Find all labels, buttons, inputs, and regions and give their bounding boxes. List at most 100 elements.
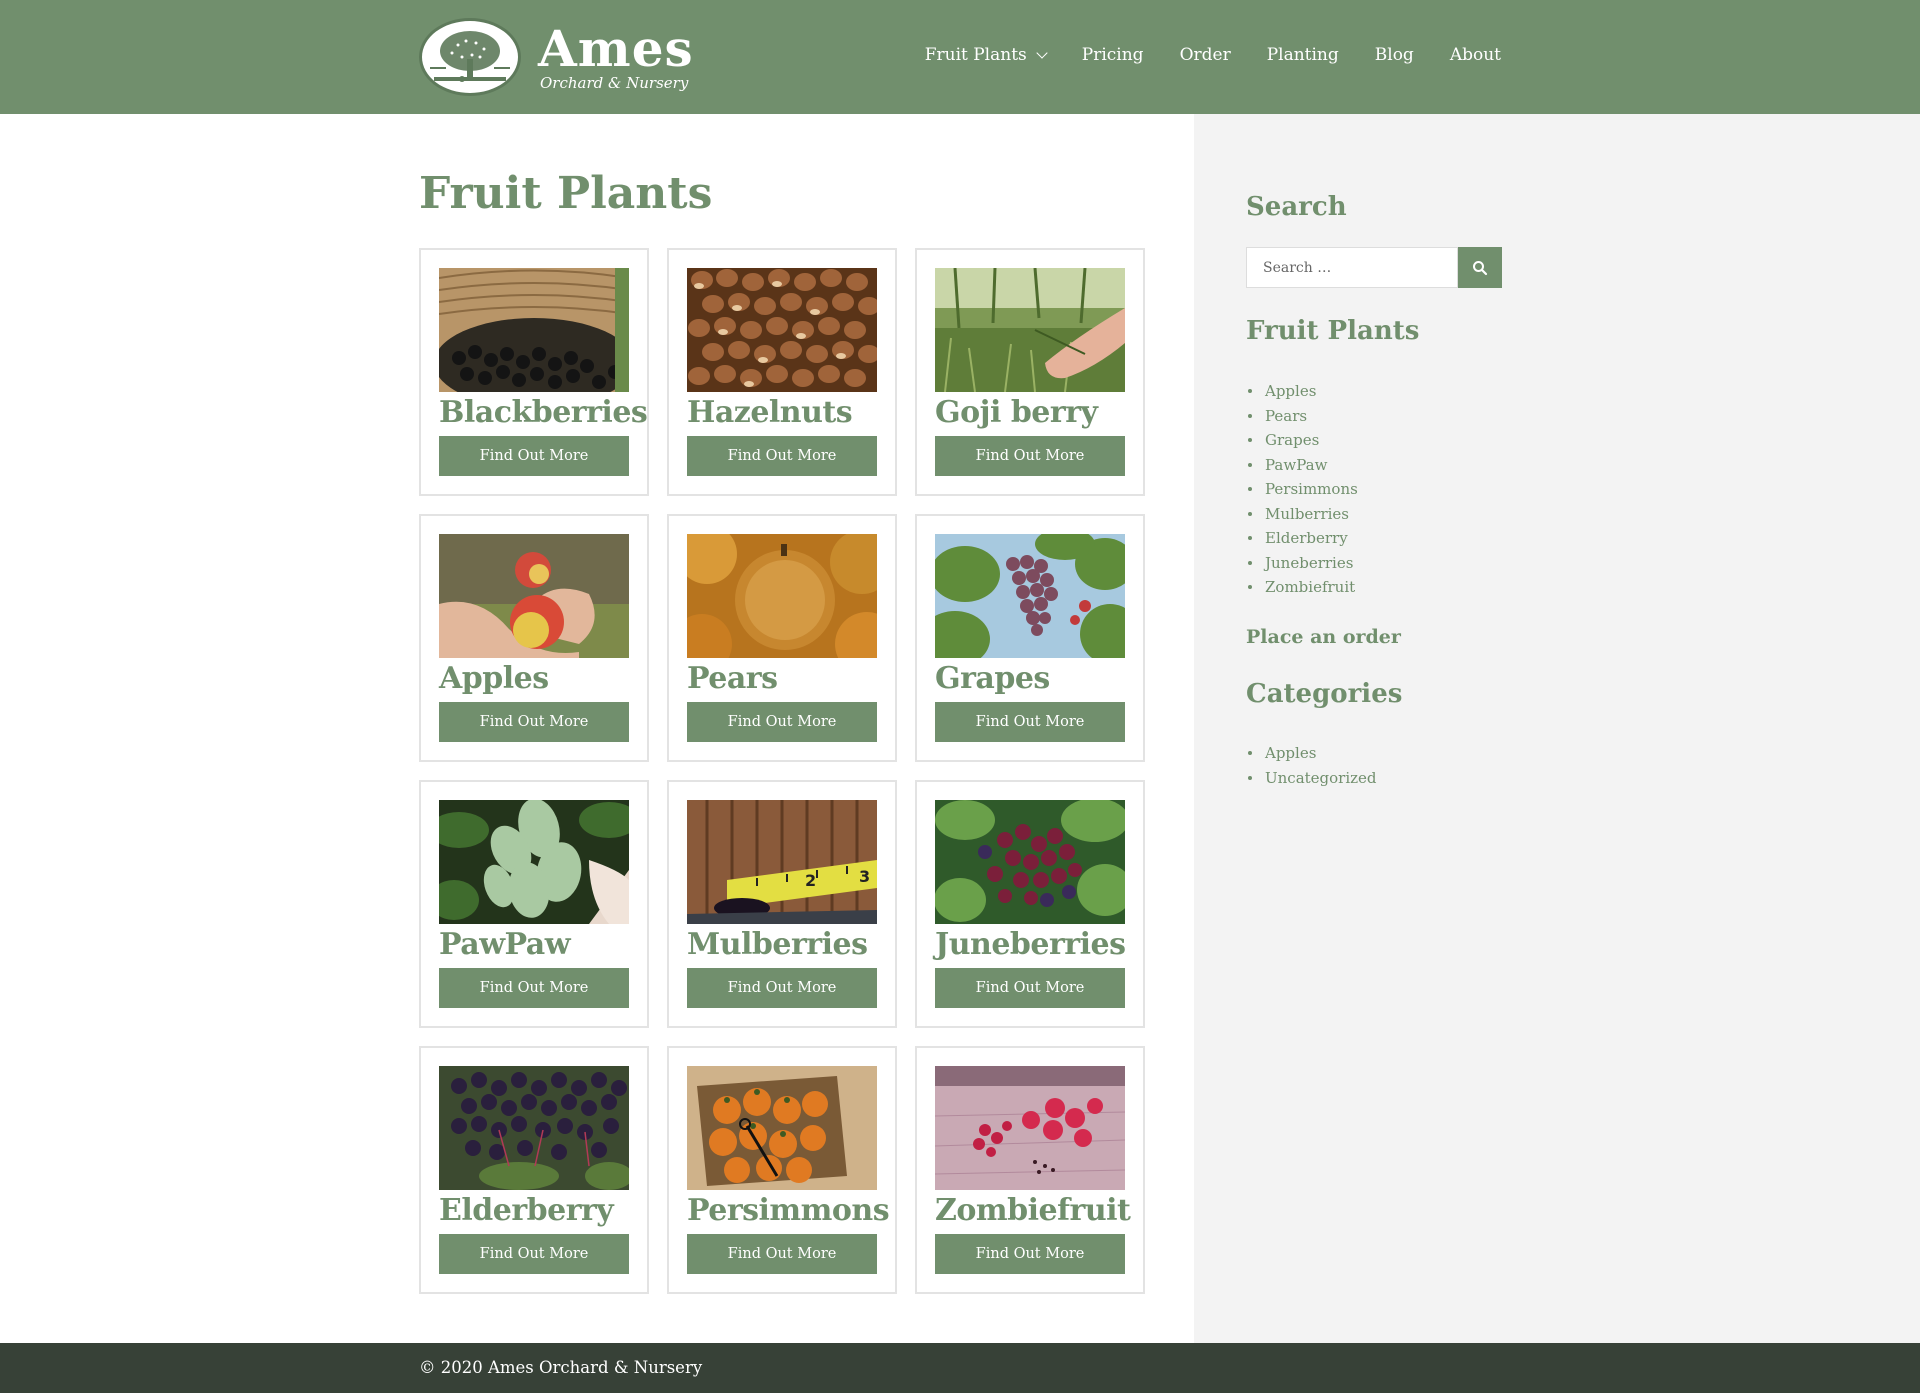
find-out-more-button[interactable]: Find Out More: [935, 702, 1125, 742]
fruit-plants-list-item[interactable]: PawPaw: [1246, 453, 1358, 478]
fruit-plants-link[interactable]: Zombiefruit: [1265, 578, 1355, 596]
categories-list-item[interactable]: Uncategorized: [1246, 766, 1377, 791]
site-logo-link[interactable]: Ames Orchard & Nursery: [419, 17, 694, 97]
fruit-plants-grid: Blackberries Find Out More Hazelnuts Fin…: [419, 248, 1145, 1294]
asian-pears-photo[interactable]: [687, 534, 877, 658]
bullet-icon: [1248, 775, 1252, 780]
nav-fruit-plants[interactable]: Fruit Plants: [924, 45, 1048, 65]
apples-in-hand-photo[interactable]: [439, 534, 629, 658]
find-out-more-button[interactable]: Find Out More: [935, 436, 1125, 476]
fruit-plants-link[interactable]: Mulberries: [1265, 505, 1349, 523]
fruit-card-title: Elderberry: [439, 1193, 614, 1228]
find-out-more-button[interactable]: Find Out More: [935, 1234, 1125, 1274]
categories-widget-title: Categories: [1246, 679, 1403, 709]
fruit-card-title: Mulberries: [687, 927, 868, 962]
fruit-card-apples: Apples Find Out More: [419, 514, 649, 762]
bullet-icon: [1248, 511, 1252, 516]
zombiefruit-berries-photo[interactable]: [935, 1066, 1125, 1190]
site-header: Ames Orchard & Nursery Fruit Plants Pric…: [0, 0, 1920, 114]
category-link[interactable]: Uncategorized: [1265, 769, 1377, 787]
fruit-plants-link[interactable]: Juneberries: [1265, 554, 1353, 572]
fruit-plants-link[interactable]: Elderberry: [1265, 529, 1348, 547]
page: Ames Orchard & Nursery Fruit Plants Pric…: [0, 0, 1920, 1393]
bullet-icon: [1248, 751, 1252, 755]
fruit-plants-link[interactable]: Grapes: [1265, 431, 1319, 449]
fruit-card-title: Persimmons: [687, 1193, 890, 1228]
orchard-tree-icon: [419, 18, 521, 96]
fruit-card-title: Zombiefruit: [935, 1193, 1131, 1228]
fruit-card-blackberries: Blackberries Find Out More: [419, 248, 649, 496]
fruit-plants-link[interactable]: Apples: [1265, 382, 1316, 400]
bullet-icon: [1248, 462, 1252, 467]
logo-title: Ames: [538, 19, 694, 78]
bullet-icon: [1248, 438, 1252, 442]
fruit-plants-list-item[interactable]: Grapes: [1246, 428, 1358, 453]
fruit-card-title: Blackberries: [439, 395, 648, 430]
fruit-plants-list-item[interactable]: Juneberries: [1246, 551, 1358, 576]
fruit-card-title: Goji berry: [935, 395, 1098, 430]
juneberries-branch-photo[interactable]: [935, 800, 1125, 924]
bullet-icon: [1248, 413, 1252, 418]
nav-about[interactable]: About: [1450, 45, 1501, 65]
fruit-plants-list: Apples Pears Grapes PawPaw Persimmons Mu…: [1246, 379, 1358, 600]
fruit-plants-list-item[interactable]: Pears: [1246, 404, 1358, 429]
fruit-plants-link[interactable]: Persimmons: [1265, 480, 1358, 498]
fruit-plants-widget-title: Fruit Plants: [1246, 316, 1420, 346]
svg-text:2: 2: [805, 871, 816, 890]
find-out-more-button[interactable]: Find Out More: [687, 1234, 877, 1274]
elderberry-clusters-photo[interactable]: [439, 1066, 629, 1190]
mulberry-tape-measure-photo[interactable]: 2 3: [687, 800, 877, 924]
fruit-plants-list-item[interactable]: Persimmons: [1246, 477, 1358, 502]
nav-pricing[interactable]: Pricing: [1082, 45, 1144, 65]
categories-list-item[interactable]: Apples: [1246, 741, 1377, 766]
bullet-icon: [1248, 487, 1252, 491]
main-nav: Fruit Plants Pricing Order Planting Blog…: [925, 45, 1501, 65]
find-out-more-button[interactable]: Find Out More: [687, 702, 877, 742]
find-out-more-button[interactable]: Find Out More: [439, 702, 629, 742]
find-out-more-button[interactable]: Find Out More: [687, 968, 877, 1008]
nav-fruit-plants-label: Fruit Plants: [924, 45, 1027, 65]
fruit-plants-link[interactable]: Pears: [1265, 407, 1307, 425]
fruit-card-grapes: Grapes Find Out More: [915, 514, 1145, 762]
sidebar: [1194, 114, 1920, 1343]
fruit-card-mulberries: 2 3 Mulberries Find Out More: [667, 780, 897, 1028]
find-out-more-button[interactable]: Find Out More: [439, 436, 629, 476]
fruit-plants-list-item[interactable]: Zombiefruit: [1246, 575, 1358, 600]
fruit-card-persimmons: Persimmons Find Out More: [667, 1046, 897, 1294]
search-input[interactable]: [1246, 247, 1458, 288]
chevron-down-icon: [1036, 46, 1048, 59]
fruit-card-title: PawPaw: [439, 927, 571, 962]
fruit-plants-list-item[interactable]: Apples: [1246, 379, 1358, 404]
categories-list: Apples Uncategorized: [1246, 741, 1377, 790]
bullet-icon: [1248, 536, 1252, 540]
blackberries-basket-photo[interactable]: [439, 268, 629, 392]
fruit-card-title: Hazelnuts: [687, 395, 853, 430]
bullet-icon: [1248, 389, 1252, 393]
footer-copyright: © 2020 Ames Orchard & Nursery: [419, 1358, 703, 1377]
place-order-link[interactable]: Place an order: [1246, 626, 1401, 648]
nav-blog[interactable]: Blog: [1375, 45, 1414, 65]
find-out-more-button[interactable]: Find Out More: [439, 968, 629, 1008]
nav-planting[interactable]: Planting: [1267, 45, 1339, 65]
persimmons-box-photo[interactable]: [687, 1066, 877, 1190]
nav-order[interactable]: Order: [1180, 45, 1231, 65]
bullet-icon: [1248, 585, 1252, 589]
find-out-more-button[interactable]: Find Out More: [935, 968, 1125, 1008]
pawpaw-fruit-photo[interactable]: [439, 800, 629, 924]
site-footer: © 2020 Ames Orchard & Nursery: [0, 1343, 1920, 1393]
fruit-plants-list-item[interactable]: Elderberry: [1246, 526, 1358, 551]
fruit-plants-link[interactable]: PawPaw: [1265, 456, 1327, 474]
search-icon: [1473, 260, 1488, 275]
find-out-more-button[interactable]: Find Out More: [439, 1234, 629, 1274]
goji-plant-hand-photo[interactable]: [935, 268, 1125, 392]
fruit-plants-list-item[interactable]: Mulberries: [1246, 502, 1358, 527]
fruit-card-zombiefruit: Zombiefruit Find Out More: [915, 1046, 1145, 1294]
fruit-card-title: Grapes: [935, 661, 1050, 696]
hazelnuts-pile-photo[interactable]: [687, 268, 877, 392]
search-button[interactable]: [1458, 247, 1502, 288]
logo-tagline: Orchard & Nursery: [540, 74, 689, 92]
svg-text:3: 3: [859, 867, 870, 886]
find-out-more-button[interactable]: Find Out More: [687, 436, 877, 476]
grape-cluster-photo[interactable]: [935, 534, 1125, 658]
category-link[interactable]: Apples: [1265, 744, 1316, 762]
